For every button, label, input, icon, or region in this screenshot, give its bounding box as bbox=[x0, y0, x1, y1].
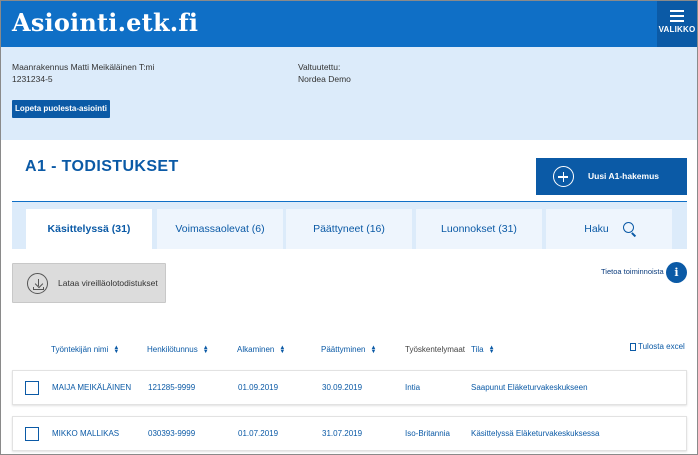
cell-countries: Iso-Britannia bbox=[405, 429, 450, 438]
col-personal-id[interactable]: Henkilötunnus ▲ ▼ bbox=[147, 344, 209, 355]
tab-valid[interactable]: Voimassaolevat (6) bbox=[157, 209, 283, 249]
col-employee-name[interactable]: Työntekijän nimi ▲ ▼ bbox=[51, 344, 120, 355]
table-row[interactable]: MIKKO MALLIKAS 030393-9999 01.07.2019 31… bbox=[12, 416, 687, 451]
sort-icon: ▲ ▼ bbox=[488, 344, 495, 355]
menu-button[interactable]: VALIKKO bbox=[657, 1, 697, 47]
row-checkbox[interactable] bbox=[25, 381, 39, 395]
sort-icon: ▲ ▼ bbox=[202, 344, 209, 355]
tab-bar: Käsittelyssä (31) Voimassaolevat (6) Pää… bbox=[12, 202, 687, 249]
tab-drafts[interactable]: Luonnokset (31) bbox=[416, 209, 542, 249]
row-checkbox[interactable] bbox=[25, 427, 39, 441]
authorized-info: Valtuutettu: Nordea Demo bbox=[298, 61, 351, 85]
cell-start: 01.09.2019 bbox=[238, 383, 279, 392]
tab-search[interactable]: Haku bbox=[546, 209, 672, 249]
cell-name[interactable]: MAIJA MEIKÄLÄINEN bbox=[52, 383, 131, 392]
info-link[interactable]: Tietoa toiminnoista bbox=[601, 267, 664, 276]
company-info: Maanrakennus Matti Meikäläinen T:mi 1231… bbox=[12, 61, 155, 85]
document-icon bbox=[630, 342, 636, 351]
sort-icon: ▲ ▼ bbox=[279, 344, 286, 355]
page-title: A1 - TODISTUKSET bbox=[25, 158, 179, 175]
download-certificates-button[interactable]: Lataa vireilläolotodistukset bbox=[12, 263, 166, 303]
table-row[interactable]: MAIJA MEIKÄLÄINEN 121285-9999 01.09.2019… bbox=[12, 370, 687, 405]
col-end[interactable]: Päättyminen ▲ ▼ bbox=[321, 344, 377, 355]
col-countries: Työskentelymaat bbox=[405, 345, 466, 354]
stop-proxy-button[interactable]: Lopeta puolesta-asiointi bbox=[12, 100, 110, 118]
customer-info-band: Maanrakennus Matti Meikäläinen T:mi 1231… bbox=[1, 47, 697, 140]
print-excel-link[interactable]: Tulosta excel bbox=[630, 342, 685, 351]
cell-end: 31.07.2019 bbox=[322, 429, 363, 438]
cell-personal-id: 030393-9999 bbox=[148, 429, 196, 438]
download-certificates-label: Lataa vireilläolotodistukset bbox=[58, 278, 158, 288]
search-icon bbox=[622, 222, 634, 234]
hamburger-icon bbox=[670, 10, 684, 22]
cell-start: 01.07.2019 bbox=[238, 429, 279, 438]
authorized-value: Nordea Demo bbox=[298, 74, 351, 84]
cell-personal-id: 121285-9999 bbox=[148, 383, 196, 392]
col-start[interactable]: Alkaminen ▲ ▼ bbox=[237, 344, 286, 355]
tab-processing[interactable]: Käsittelyssä (31) bbox=[26, 209, 152, 249]
col-status[interactable]: Tila ▲ ▼ bbox=[471, 344, 495, 355]
new-application-label: Uusi A1-hakemus bbox=[588, 171, 660, 181]
menu-label: VALIKKO bbox=[658, 25, 696, 34]
site-logo[interactable]: Asiointi.etk.fi bbox=[12, 8, 198, 37]
download-icon bbox=[27, 273, 48, 294]
new-application-button[interactable]: Uusi A1-hakemus bbox=[536, 158, 687, 195]
tab-search-label: Haku bbox=[584, 223, 609, 235]
authorized-label: Valtuutettu: bbox=[298, 62, 341, 72]
company-id: 1231234-5 bbox=[12, 74, 53, 84]
site-header: Asiointi.etk.fi VALIKKO bbox=[1, 1, 697, 47]
cell-countries: Intia bbox=[405, 383, 421, 392]
company-name: Maanrakennus Matti Meikäläinen T:mi bbox=[12, 62, 155, 72]
cell-end: 30.09.2019 bbox=[322, 383, 363, 392]
sort-icon: ▲ ▼ bbox=[370, 344, 377, 355]
cell-status: Saapunut Eläketurvakeskukseen bbox=[471, 383, 588, 392]
cell-status: Käsittelyssä Eläketurvakeskuksessa bbox=[471, 429, 600, 438]
tab-ended[interactable]: Päättyneet (16) bbox=[286, 209, 412, 249]
plus-circle-icon bbox=[553, 166, 574, 187]
info-icon[interactable]: i bbox=[666, 262, 687, 283]
cell-name[interactable]: MIKKO MALLIKAS bbox=[52, 429, 119, 438]
sort-icon: ▲ ▼ bbox=[113, 344, 120, 355]
